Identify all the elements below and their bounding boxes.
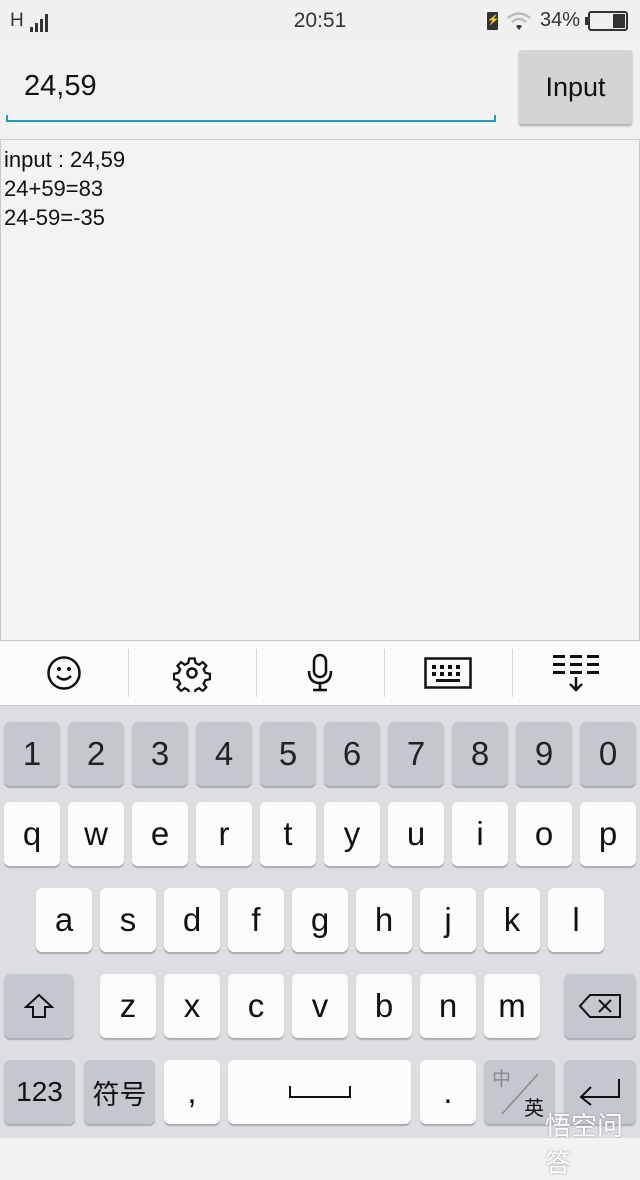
- keyboard-switch-button[interactable]: [384, 641, 512, 705]
- numbers-key[interactable]: 123: [4, 1060, 75, 1124]
- settings-button[interactable]: [128, 641, 256, 705]
- backspace-icon: [578, 994, 621, 1018]
- number-input[interactable]: [6, 62, 484, 110]
- charging-icon: ⚡: [486, 11, 499, 30]
- key-4[interactable]: 4: [196, 722, 252, 786]
- key-x[interactable]: x: [164, 974, 220, 1038]
- key-p[interactable]: p: [580, 802, 636, 866]
- key-6[interactable]: 6: [324, 722, 380, 786]
- comma-key[interactable]: ,: [164, 1060, 220, 1124]
- output-line: 24-59=-35: [4, 205, 105, 230]
- key-s[interactable]: s: [100, 888, 156, 952]
- key-g[interactable]: g: [292, 888, 348, 952]
- key-2[interactable]: 2: [68, 722, 124, 786]
- key-3[interactable]: 3: [132, 722, 188, 786]
- input-row: Input: [0, 42, 640, 138]
- key-5[interactable]: 5: [260, 722, 316, 786]
- key-1[interactable]: 1: [4, 722, 60, 786]
- key-h[interactable]: h: [356, 888, 412, 952]
- status-bar: H 20:51 ⚡ 34%: [0, 0, 640, 42]
- key-y[interactable]: y: [324, 802, 380, 866]
- key-a[interactable]: a: [36, 888, 92, 952]
- input-button[interactable]: Input: [519, 50, 632, 124]
- space-icon: [288, 1086, 351, 1098]
- emoji-button[interactable]: [0, 641, 128, 705]
- key-v[interactable]: v: [292, 974, 348, 1038]
- key-r[interactable]: r: [196, 802, 252, 866]
- number-field-container: [6, 62, 496, 122]
- voice-input-button[interactable]: [256, 641, 384, 705]
- input-underline: [6, 115, 496, 122]
- emoji-icon: [47, 656, 81, 690]
- key-q[interactable]: q: [4, 802, 60, 866]
- key-8[interactable]: 8: [452, 722, 508, 786]
- key-m[interactable]: m: [484, 974, 540, 1038]
- key-o[interactable]: o: [516, 802, 572, 866]
- key-e[interactable]: e: [132, 802, 188, 866]
- keyboard: mnbvcxz lkjhgfdsa poiuytrewq 0987654321 123…: [0, 706, 640, 1178]
- key-k[interactable]: k: [484, 888, 540, 952]
- key-w[interactable]: w: [68, 802, 124, 866]
- enter-icon: [579, 1079, 620, 1106]
- watermark: 悟空问答: [545, 1111, 624, 1178]
- key-d[interactable]: d: [164, 888, 220, 952]
- key-j[interactable]: j: [420, 888, 476, 952]
- lang-english-label: 英: [524, 1098, 544, 1120]
- key-f[interactable]: f: [228, 888, 284, 952]
- key-z[interactable]: z: [100, 974, 156, 1038]
- key-u[interactable]: u: [388, 802, 444, 866]
- space-key[interactable]: [228, 1060, 411, 1124]
- keyboard-toolbar: [0, 641, 640, 706]
- battery-percent: 34%: [539, 9, 580, 31]
- symbols-key[interactable]: 符号: [84, 1060, 155, 1124]
- keyboard-icon: [424, 657, 472, 689]
- output-line: input : 24,59: [4, 147, 126, 172]
- key-t[interactable]: t: [260, 802, 316, 866]
- period-key[interactable]: .: [420, 1060, 476, 1124]
- hide-keyboard-button[interactable]: [512, 641, 640, 705]
- microphone-icon: [307, 653, 333, 692]
- backspace-key[interactable]: [564, 974, 636, 1038]
- shift-key[interactable]: [4, 974, 74, 1038]
- key-i[interactable]: i: [452, 802, 508, 866]
- key-l[interactable]: l: [548, 888, 604, 952]
- settings-icon: [173, 657, 211, 692]
- shift-icon: [24, 993, 54, 1018]
- output-area: input : 24,59 24+59=83 24-59=-35: [0, 139, 640, 641]
- wifi-icon: [507, 11, 531, 30]
- hide-keyboard-icon: [553, 655, 599, 692]
- key-7[interactable]: 7: [388, 722, 444, 786]
- output-line: 24+59=83: [4, 176, 104, 201]
- battery-icon: [585, 10, 628, 31]
- key-0[interactable]: 0: [580, 722, 636, 786]
- key-c[interactable]: c: [228, 974, 284, 1038]
- key-9[interactable]: 9: [516, 722, 572, 786]
- key-b[interactable]: b: [356, 974, 412, 1038]
- key-n[interactable]: n: [420, 974, 476, 1038]
